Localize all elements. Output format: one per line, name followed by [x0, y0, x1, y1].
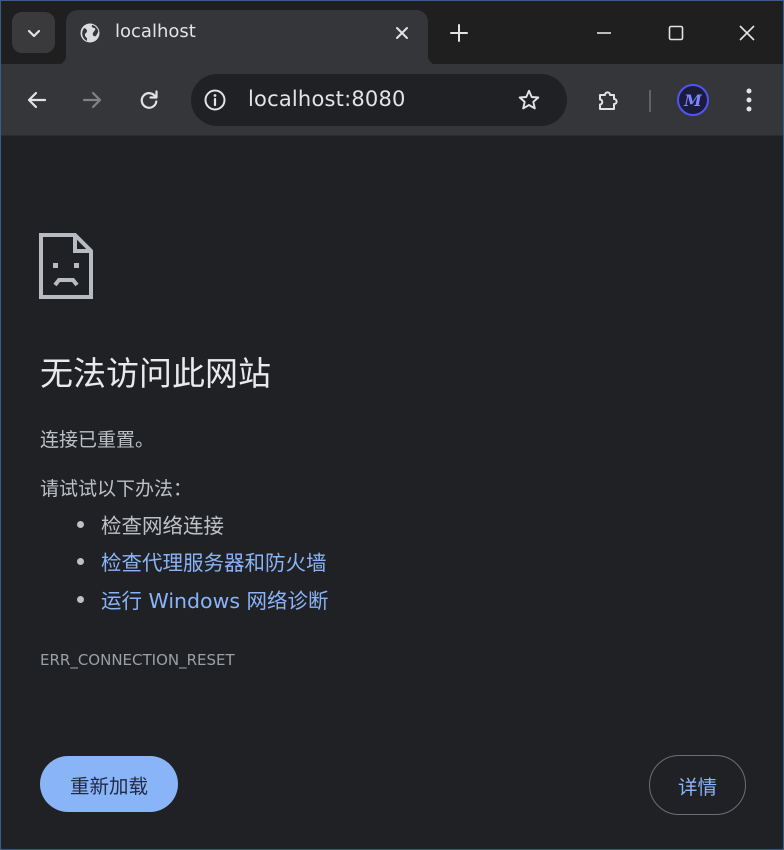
url-text[interactable]: localhost:8080 [248, 87, 406, 111]
puzzle-icon [599, 91, 618, 110]
tab-search-button[interactable] [12, 12, 55, 53]
arrow-right-icon [82, 91, 102, 109]
sad-page-icon [39, 233, 93, 299]
toolbar-divider [649, 90, 651, 112]
bullet [77, 596, 84, 603]
arrow-left-icon [27, 91, 47, 109]
back-button[interactable] [18, 81, 56, 119]
plus-icon [450, 24, 468, 42]
reload-button[interactable]: 重新加载 [40, 756, 178, 812]
suggestion-run-diagnostics-link[interactable]: 运行 Windows 网络诊断 [101, 584, 329, 614]
tab-localhost[interactable]: localhost [56, 10, 438, 65]
error-heading: 无法访问此网站 [40, 354, 271, 393]
star-icon [518, 89, 540, 110]
toolbar: localhost:8080 M [1, 64, 783, 136]
window-close-button[interactable] [729, 15, 765, 51]
tab-strip: localhost [1, 1, 783, 65]
address-bar[interactable]: localhost:8080 [191, 74, 567, 126]
extensions-button[interactable] [590, 81, 628, 119]
minimize-button[interactable] [586, 15, 622, 51]
maximize-button[interactable] [658, 15, 694, 51]
error-code: ERR_CONNECTION_RESET [40, 651, 235, 669]
forward-button[interactable] [73, 81, 111, 119]
bookmark-button[interactable] [515, 86, 543, 114]
new-tab-button[interactable] [441, 15, 477, 51]
globe-icon [80, 23, 100, 43]
suggestion-check-proxy-link[interactable]: 检查代理服务器和防火墙 [101, 546, 327, 576]
info-icon [204, 89, 226, 111]
reload-toolbar-button[interactable] [130, 81, 168, 119]
details-button[interactable]: 详情 [649, 755, 746, 815]
menu-button[interactable] [730, 81, 768, 119]
minimize-icon [597, 32, 611, 34]
error-subtitle: 连接已重置。 [40, 429, 155, 451]
profile-avatar[interactable]: M [677, 84, 709, 116]
error-page: 无法访问此网站 连接已重置。 请试试以下办法： 检查网络连接 检查代理服务器和防… [1, 137, 783, 849]
refresh-icon [140, 90, 158, 109]
profile-initial: M [684, 90, 702, 110]
close-icon [396, 27, 408, 39]
suggestion-check-network: 检查网络连接 [101, 514, 224, 538]
bullet [77, 558, 84, 565]
more-vert-icon [746, 88, 752, 112]
chevron-down-icon [27, 29, 40, 37]
bullet [77, 521, 84, 528]
suggestions-title: 请试试以下办法： [40, 478, 193, 500]
close-icon [739, 25, 755, 41]
tab-title: localhost [115, 21, 196, 42]
maximize-icon [668, 25, 684, 41]
browser-window: localhost localhost:8080 M 无法访问此网站 连接已重置… [0, 0, 784, 850]
site-info-button[interactable] [201, 86, 229, 114]
tab-close-button[interactable] [390, 21, 414, 45]
